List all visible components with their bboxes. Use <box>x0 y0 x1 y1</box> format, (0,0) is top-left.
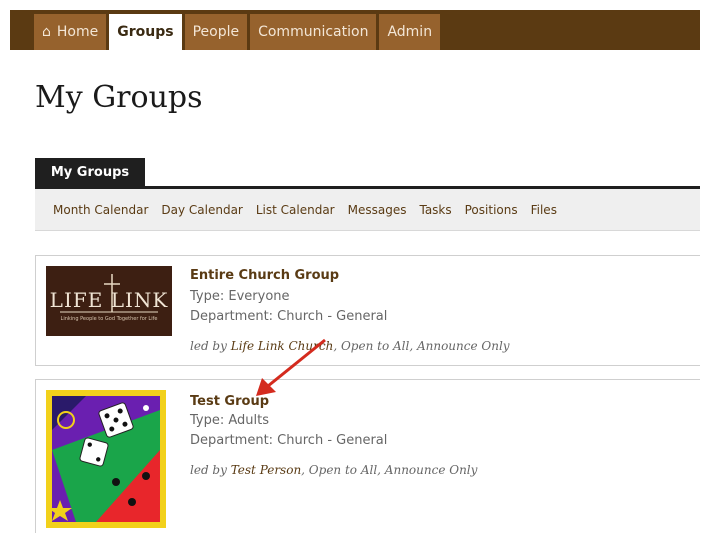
tab-groups[interactable]: Groups <box>109 14 182 50</box>
subnav-list-calendar[interactable]: List Calendar <box>256 203 335 217</box>
led-by-prefix: led by <box>190 339 231 353</box>
tab-groups-label: Groups <box>117 24 174 40</box>
subtab-my-groups[interactable]: My Groups <box>35 158 145 186</box>
logo-wordmark: LIFE LINK <box>49 288 169 312</box>
group-logo-test[interactable] <box>46 390 166 528</box>
subnav-day-calendar[interactable]: Day Calendar <box>161 203 242 217</box>
tab-communication[interactable]: Communication <box>250 14 377 50</box>
group-department: Department: Church - General <box>190 309 388 324</box>
group-department: Department: Church - General <box>190 433 388 448</box>
subnav-month-calendar[interactable]: Month Calendar <box>53 203 148 217</box>
main-tabs: ⌂ Home Groups People Communication Admin <box>34 14 441 50</box>
top-nav-bar: ⌂ Home Groups People Communication Admin <box>10 10 700 50</box>
tab-admin-label: Admin <box>387 24 433 40</box>
group-type: Type: Everyone <box>190 289 290 304</box>
tab-home[interactable]: ⌂ Home <box>34 14 107 50</box>
subnav-positions[interactable]: Positions <box>465 203 518 217</box>
group-leader-line: led by Life Link Church, Open to All, An… <box>190 339 510 353</box>
page-title: My Groups <box>35 80 203 115</box>
group-flags: , Open to All, Announce Only <box>301 463 478 477</box>
tab-admin[interactable]: Admin <box>379 14 441 50</box>
led-by-prefix: led by <box>190 463 231 477</box>
group-leader-link[interactable]: Life Link Church <box>231 339 334 353</box>
subnav-tasks[interactable]: Tasks <box>419 203 451 217</box>
dice-image-icon <box>46 390 166 528</box>
subnav-files[interactable]: Files <box>531 203 557 217</box>
group-logo-life-link[interactable]: LIFE LINK Linking People to God Together… <box>46 266 172 336</box>
tab-people-label: People <box>192 24 240 40</box>
group-name-link[interactable]: Test Group <box>190 394 269 409</box>
logo-tagline: Linking People to God Together for Life <box>60 316 158 322</box>
group-card-test-group: Test Group Type: Adults Department: Chur… <box>35 379 700 533</box>
group-flags: , Open to All, Announce Only <box>333 339 510 353</box>
group-name-link[interactable]: Entire Church Group <box>190 268 339 283</box>
home-icon: ⌂ <box>42 24 51 40</box>
tab-home-label: Home <box>56 24 99 40</box>
group-leader-line: led by Test Person, Open to All, Announc… <box>190 463 477 477</box>
tab-people[interactable]: People <box>184 14 248 50</box>
subnav-messages[interactable]: Messages <box>348 203 407 217</box>
tab-communication-label: Communication <box>258 24 369 40</box>
sub-navigation: Month Calendar Day Calendar List Calenda… <box>35 189 700 231</box>
group-leader-link[interactable]: Test Person <box>231 463 301 477</box>
group-type: Type: Adults <box>190 413 270 428</box>
group-card-entire-church: LIFE LINK Linking People to God Together… <box>35 255 700 366</box>
